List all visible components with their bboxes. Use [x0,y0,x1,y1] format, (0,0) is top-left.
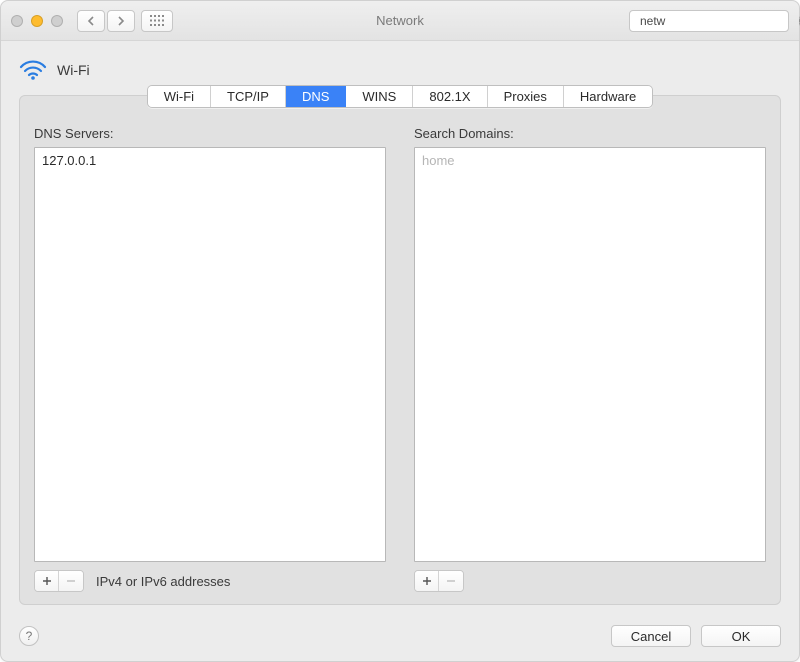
tab-hardware[interactable]: Hardware [564,86,652,107]
search-domains-label: Search Domains: [414,126,766,141]
tab-proxies[interactable]: Proxies [488,86,564,107]
tab-dns[interactable]: DNS [286,86,346,107]
search-field-container [629,10,789,32]
back-button[interactable] [77,10,105,32]
tab-bar: Wi-Fi TCP/IP DNS WINS 802.1X Proxies Har… [147,85,654,108]
tab-wifi[interactable]: Wi-Fi [148,86,211,107]
tab-8021x[interactable]: 802.1X [413,86,487,107]
chevron-right-icon [117,16,125,26]
dns-servers-hint: IPv4 or IPv6 addresses [96,574,230,589]
content-area: Wi-Fi Wi-Fi TCP/IP DNS WINS 802.1X Proxi… [1,41,799,615]
window-controls [11,15,63,27]
chevron-left-icon [87,16,95,26]
dns-servers-pm-group [34,570,84,592]
tab-wins[interactable]: WINS [346,86,413,107]
add-search-domain-button[interactable] [415,571,439,591]
plus-icon [42,576,52,586]
search-domains-column: Search Domains: home [414,126,766,592]
search-domain-placeholder: home [421,152,759,169]
remove-search-domain-button[interactable] [439,571,463,591]
interface-label: Wi-Fi [57,62,90,78]
search-input[interactable] [640,14,795,28]
close-window-button[interactable] [11,15,23,27]
help-button[interactable]: ? [19,626,39,646]
search-domains-controls [414,570,766,592]
wifi-icon [19,59,47,81]
plus-icon [422,576,432,586]
minus-icon [66,576,76,586]
help-icon: ? [26,629,33,643]
tab-tcpip[interactable]: TCP/IP [211,86,286,107]
zoom-window-button[interactable] [51,15,63,27]
minimize-window-button[interactable] [31,15,43,27]
interface-header: Wi-Fi [19,59,781,81]
grid-icon [150,15,164,26]
dns-servers-column: DNS Servers: 127.0.0.1 [34,126,386,592]
dns-servers-list[interactable]: 127.0.0.1 [34,147,386,562]
show-all-button[interactable] [141,10,173,32]
search-domains-pm-group [414,570,464,592]
nav-group [77,10,135,32]
dns-columns: DNS Servers: 127.0.0.1 [34,126,766,592]
cancel-button[interactable]: Cancel [611,625,691,647]
footer: ? Cancel OK [1,615,799,661]
settings-panel: Wi-Fi TCP/IP DNS WINS 802.1X Proxies Har… [19,95,781,605]
add-dns-server-button[interactable] [35,571,59,591]
search-domains-list[interactable]: home [414,147,766,562]
dns-server-item[interactable]: 127.0.0.1 [41,152,379,169]
remove-dns-server-button[interactable] [59,571,83,591]
dns-servers-label: DNS Servers: [34,126,386,141]
dns-servers-controls: IPv4 or IPv6 addresses [34,570,386,592]
network-window: Network Wi-Fi [0,0,800,662]
ok-button[interactable]: OK [701,625,781,647]
minus-icon [446,576,456,586]
titlebar: Network [1,1,799,41]
forward-button[interactable] [107,10,135,32]
